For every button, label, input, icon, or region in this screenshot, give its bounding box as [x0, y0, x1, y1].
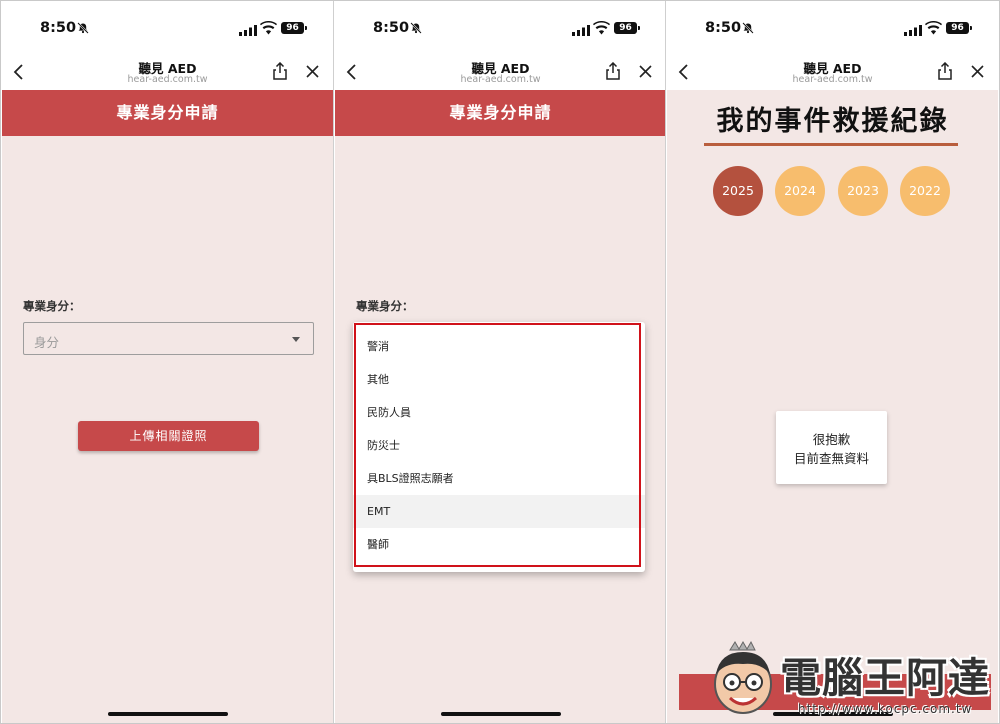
title-underline	[704, 143, 958, 146]
battery-indicator: 96	[281, 22, 307, 34]
panel-divider	[333, 0, 334, 724]
highlight-outline	[354, 323, 641, 567]
year-button-active[interactable]: 2025	[713, 166, 763, 216]
browser-nav-bar: 聽見 AED hear-aed.com.tw	[335, 55, 666, 90]
home-indicator	[108, 712, 228, 716]
browser-nav-bar: 聽見 AED hear-aed.com.tw	[667, 55, 998, 90]
dropdown-arrow-icon	[292, 337, 300, 342]
close-button[interactable]: 關閉	[679, 674, 991, 710]
status-bar: 8:50 96	[2, 1, 333, 55]
wifi-icon	[593, 21, 610, 35]
status-time: 8:50	[40, 20, 77, 36]
battery-indicator: 96	[946, 22, 972, 34]
records-title: 我的事件救援紀錄	[716, 106, 949, 137]
cellular-signal-icon	[904, 25, 922, 36]
empty-state-line1: 很抱歉	[812, 432, 851, 447]
cellular-signal-icon	[572, 25, 590, 36]
home-indicator	[441, 712, 561, 716]
wifi-icon	[925, 21, 942, 35]
identity-field-label: 專業身分：	[23, 299, 81, 313]
page-header: 專業身分申請	[2, 90, 333, 136]
share-icon[interactable]	[605, 62, 621, 80]
upload-certificate-button[interactable]: 上傳相關證照	[78, 421, 259, 451]
wifi-icon	[260, 21, 277, 35]
browser-nav-bar: 聽見 AED hear-aed.com.tw	[2, 55, 333, 90]
share-icon[interactable]	[937, 62, 953, 80]
year-button[interactable]: 2022	[900, 166, 950, 216]
silent-bell-icon	[742, 22, 754, 34]
status-time: 8:50	[373, 20, 410, 36]
home-indicator	[773, 712, 893, 716]
phone-screen-identity-form: 8:50 96 聽見 AED hear-aed.com.tw 專業身分申請 專業…	[2, 1, 333, 723]
panel-divider	[665, 0, 666, 724]
battery-indicator: 96	[614, 22, 640, 34]
close-icon[interactable]	[639, 65, 652, 78]
share-icon[interactable]	[272, 62, 288, 80]
phone-screen-identity-dropdown: 8:50 96 聽見 AED hear-aed.com.tw 專業身分申請 專業…	[335, 1, 666, 723]
cellular-signal-icon	[239, 25, 257, 36]
phone-screen-rescue-records: 8:50 96 聽見 AED hear-aed.com.tw 我的事件救援紀錄 …	[667, 1, 998, 723]
empty-state-card: 很抱歉 目前查無資料	[776, 411, 887, 484]
silent-bell-icon	[77, 22, 89, 34]
status-time: 8:50	[705, 20, 742, 36]
status-bar: 8:50 96	[667, 1, 998, 55]
close-icon[interactable]	[971, 65, 984, 78]
select-placeholder: 身分	[34, 335, 60, 350]
year-button[interactable]: 2023	[838, 166, 888, 216]
empty-state-line2: 目前查無資料	[793, 451, 869, 466]
page-header: 專業身分申請	[335, 90, 666, 136]
year-button[interactable]: 2024	[775, 166, 825, 216]
status-bar: 8:50 96	[335, 1, 666, 55]
identity-field-label: 專業身分：	[356, 299, 414, 313]
identity-select[interactable]: 身分	[23, 322, 314, 355]
close-icon[interactable]	[306, 65, 319, 78]
silent-bell-icon	[410, 22, 422, 34]
